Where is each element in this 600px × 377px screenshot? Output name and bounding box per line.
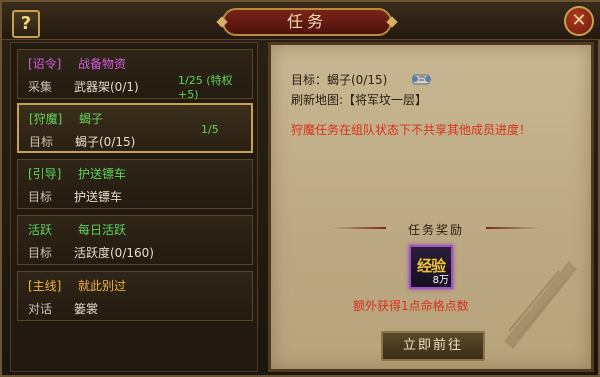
quest-window: ? 任务 ✕ [诏令] 战备物资 采集 武器架(0/1) 1/25 (特权+5)… [0, 0, 600, 377]
quest-target: 蝎子(0/15) [75, 135, 136, 149]
quest-verb: 目标 [29, 135, 54, 149]
quest-tag: [引导] [28, 167, 62, 181]
quest-tag: 活跃 [28, 223, 53, 237]
quest-item-edict[interactable]: [诏令] 战备物资 采集 武器架(0/1) 1/25 (特权+5) [17, 49, 253, 101]
quest-name: 每日活跃 [78, 223, 127, 237]
reward-amount: 8万 [432, 275, 449, 286]
quest-item-hunt[interactable]: [狩魔] 蝎子 目标 蝎子(0/15) 1/5 [17, 103, 253, 153]
quest-verb: 对话 [28, 302, 53, 316]
quest-target: 武器架(0/1) [74, 80, 139, 94]
help-button[interactable]: ? [12, 10, 40, 38]
window-title: 任务 [222, 8, 392, 36]
quest-target: 活跃度(0/160) [74, 246, 154, 260]
quest-item-daily[interactable]: 活跃 每日活跃 目标 活跃度(0/160) [17, 215, 253, 265]
exp-reward-icon[interactable]: 经验 8万 [409, 245, 453, 289]
quest-name: 就此别过 [78, 279, 127, 293]
quest-progress: 1/5 [201, 123, 219, 136]
reward-section-header: 任务奖励 [331, 221, 541, 237]
quest-item-guide[interactable]: [引导] 护送镖车 目标 护送镖车 [17, 159, 253, 209]
decorative-shelf-icon [504, 261, 577, 349]
go-now-button[interactable]: 立即前往 [381, 331, 485, 361]
quest-tag: [诏令] [28, 57, 62, 71]
quest-name: 护送镖车 [78, 167, 127, 181]
quest-tag: [主线] [28, 279, 62, 293]
quest-item-main[interactable]: [主线] 就此别过 对话 篓裳 [17, 271, 253, 321]
quest-progress: 1/25 (特权+5) [178, 74, 233, 101]
scroll-icon[interactable] [411, 71, 433, 87]
quest-detail-panel: 目标：蝎子(0/15) 刷新地图:【将军坟一层】 狩魔任务在组队状态下不共享其他… [268, 42, 594, 372]
divider-line [486, 227, 541, 229]
quest-verb: 目标 [28, 246, 53, 260]
bonus-text: 额外获得1点命格点数 [353, 299, 469, 313]
title-bar: ? 任务 ✕ [2, 2, 600, 40]
quest-verb: 采集 [28, 80, 53, 94]
quest-name: 战备物资 [78, 57, 127, 71]
quest-list: [诏令] 战备物资 采集 武器架(0/1) 1/25 (特权+5) [狩魔] 蝎… [10, 42, 258, 372]
quest-verb: 目标 [28, 190, 53, 204]
detail-warning: 狩魔任务在组队状态下不共享其他成员进度！ [291, 123, 532, 137]
detail-target: 目标：蝎子(0/15) [291, 73, 388, 87]
quest-target: 篓裳 [74, 302, 99, 316]
quest-target: 护送镖车 [74, 190, 123, 204]
close-button[interactable]: ✕ [564, 6, 594, 36]
detail-map: 刷新地图:【将军坟一层】 [291, 93, 428, 107]
quest-name: 蝎子 [79, 112, 104, 126]
quest-tag: [狩魔] [29, 112, 63, 126]
reward-heading: 任务奖励 [407, 223, 464, 237]
divider-line [331, 227, 386, 229]
